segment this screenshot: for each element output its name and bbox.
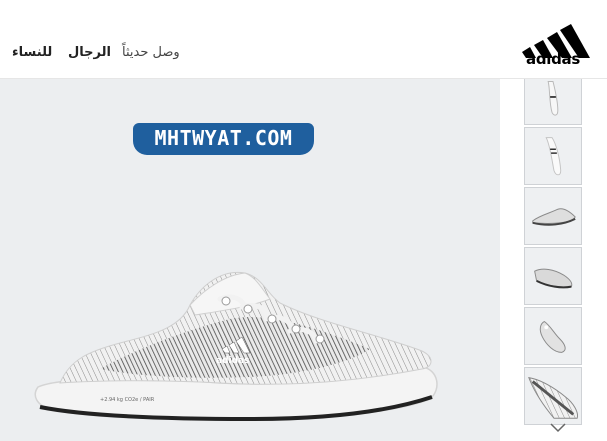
site-header: وصل حديثاً الرجال للنساء adidas [0, 0, 607, 79]
shoe-sole-print: +2.94 kg CO2e / PAIR [100, 397, 155, 403]
brand-wordmark: adidas [526, 50, 580, 68]
thumbnail-2[interactable] [524, 127, 582, 185]
watermark-badge: MHTWYAT.COM [133, 123, 314, 155]
thumbnail-3[interactable] [524, 187, 582, 245]
chevron-down-icon[interactable] [549, 421, 567, 435]
shoe-brand-text: adidas [216, 356, 249, 366]
product-page: وصل حديثاً الرجال للنساء adidas MHTWYAT.… [0, 0, 607, 441]
thumbnail-1[interactable] [524, 79, 582, 125]
thumbnail-5[interactable] [524, 307, 582, 365]
thumbnail-4[interactable] [524, 247, 582, 305]
nav-men[interactable]: الرجال [68, 45, 111, 60]
nav-women[interactable]: للنساء [12, 45, 52, 60]
product-image[interactable]: MHTWYAT.COM adidas +2.94 kg CO2e / PAIR [0, 79, 500, 441]
shoe-illustration: adidas +2.94 kg CO2e / PAIR [34, 271, 438, 422]
nav-new-arrivals[interactable]: وصل حديثاً [122, 45, 180, 60]
thumbnail-gallery[interactable] [500, 79, 607, 441]
thumbnail-6[interactable] [524, 367, 582, 425]
